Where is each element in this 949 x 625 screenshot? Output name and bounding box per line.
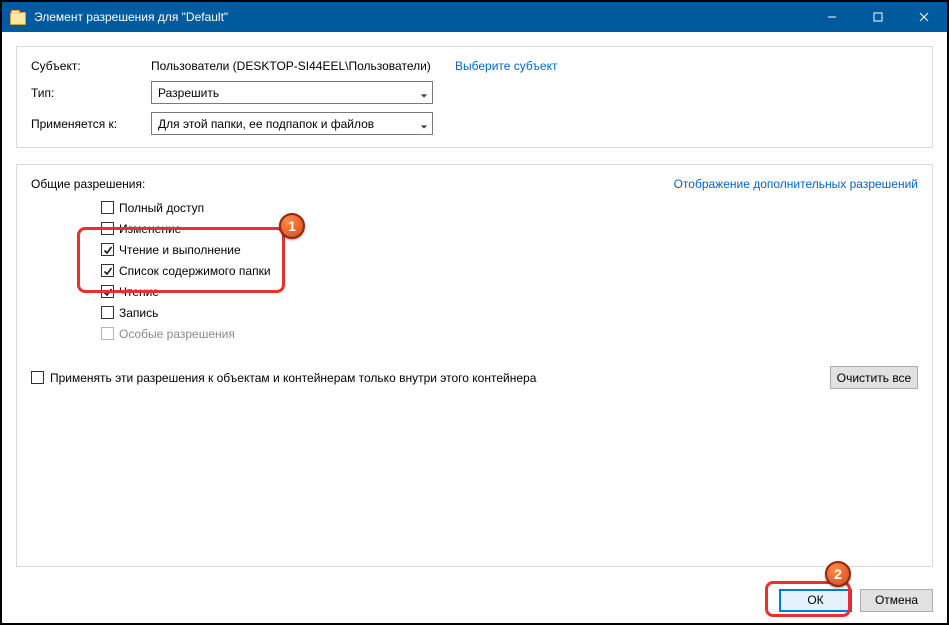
permission-checkbox bbox=[101, 327, 114, 340]
permission-checkbox[interactable] bbox=[101, 264, 114, 277]
annotation-badge-1: 1 bbox=[279, 213, 305, 239]
subject-value: Пользователи (DESKTOP-SI44EEL\Пользовате… bbox=[151, 59, 431, 73]
permission-label: Изменение bbox=[119, 222, 181, 236]
permission-item: Полный доступ bbox=[101, 199, 918, 216]
ok-button[interactable]: ОК bbox=[779, 589, 852, 612]
select-subject-link[interactable]: Выберите субъект bbox=[455, 59, 557, 73]
minimize-button[interactable] bbox=[809, 2, 855, 32]
window-title: Элемент разрешения для "Default" bbox=[34, 10, 809, 24]
permission-item: Изменение bbox=[101, 220, 918, 237]
annotation-badge-2: 2 bbox=[825, 561, 851, 587]
permission-checkbox[interactable] bbox=[101, 243, 114, 256]
permission-label: Особые разрешения bbox=[119, 327, 235, 341]
type-combo[interactable]: Разрешить bbox=[151, 81, 433, 104]
permission-label: Запись bbox=[119, 306, 158, 320]
permission-item: Чтение и выполнение bbox=[101, 241, 918, 258]
apply-inside-label: Применять эти разрешения к объектам и ко… bbox=[50, 371, 536, 385]
applies-to-label: Применяется к: bbox=[31, 117, 151, 131]
applies-to-combo[interactable]: Для этой папки, ее подпапок и файлов bbox=[151, 112, 433, 135]
folder-icon bbox=[10, 9, 26, 25]
apply-inside-checkbox[interactable] bbox=[31, 371, 44, 384]
permission-checkbox[interactable] bbox=[101, 306, 114, 319]
dialog-footer: 2 ОК Отмена bbox=[2, 577, 947, 623]
permission-label: Полный доступ bbox=[119, 201, 204, 215]
permission-checkbox[interactable] bbox=[101, 285, 114, 298]
permissions-heading: Общие разрешения: bbox=[31, 177, 145, 191]
permission-item: Список содержимого папки bbox=[101, 262, 918, 279]
permission-entry-dialog: Элемент разрешения для "Default" Субъект… bbox=[0, 0, 949, 625]
type-combo-value: Разрешить bbox=[158, 86, 219, 100]
permission-checkbox[interactable] bbox=[101, 222, 114, 235]
close-button[interactable] bbox=[901, 2, 947, 32]
permission-checkbox[interactable] bbox=[101, 201, 114, 214]
applies-to-value: Для этой папки, ее подпапок и файлов bbox=[158, 117, 374, 131]
chevron-down-icon bbox=[420, 89, 428, 97]
maximize-button[interactable] bbox=[855, 2, 901, 32]
advanced-permissions-link[interactable]: Отображение дополнительных разрешений bbox=[674, 177, 918, 191]
permission-label: Чтение bbox=[119, 285, 159, 299]
type-label: Тип: bbox=[31, 86, 151, 100]
permission-label: Чтение и выполнение bbox=[119, 243, 241, 257]
subject-label: Субъект: bbox=[31, 59, 151, 73]
permissions-panel: Общие разрешения: Отображение дополнител… bbox=[16, 164, 933, 567]
permission-label: Список содержимого папки bbox=[119, 264, 271, 278]
chevron-down-icon bbox=[420, 120, 428, 128]
permissions-list: Полный доступ Изменение Чтение и выполнени… bbox=[101, 199, 918, 342]
clear-all-button[interactable]: Очистить все bbox=[830, 366, 918, 389]
permission-item: Запись bbox=[101, 304, 918, 321]
principal-panel: Субъект: Пользователи (DESKTOP-SI44EEL\П… bbox=[16, 46, 933, 148]
cancel-button[interactable]: Отмена bbox=[860, 589, 933, 612]
permission-item: Чтение bbox=[101, 283, 918, 300]
permission-item: Особые разрешения bbox=[101, 325, 918, 342]
titlebar: Элемент разрешения для "Default" bbox=[2, 2, 947, 32]
